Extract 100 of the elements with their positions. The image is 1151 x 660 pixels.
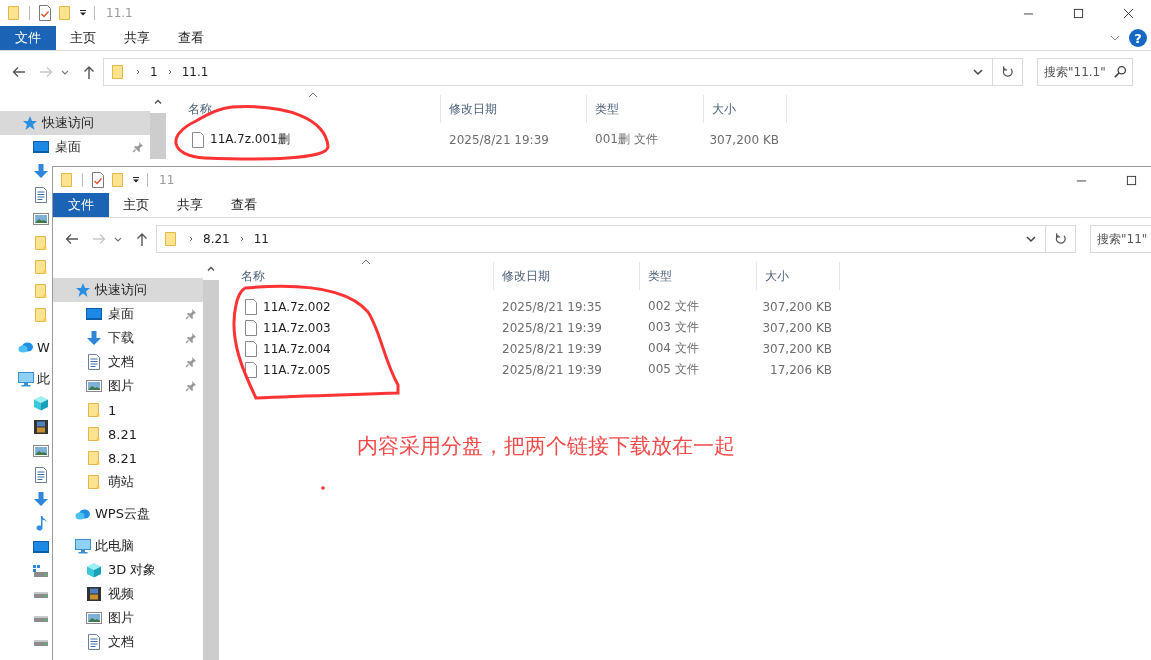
folder-icon <box>33 307 49 323</box>
table-cell-text: 307,200 KB <box>761 320 833 335</box>
breadcrumb-link[interactable]: 8.21 <box>203 232 230 246</box>
ribbon-tab[interactable]: 查看 <box>217 193 271 217</box>
nav-item[interactable]: 3D 对象 <box>53 558 203 582</box>
document-check-icon[interactable] <box>37 5 53 21</box>
star-icon <box>75 282 91 298</box>
nav-item[interactable]: 此 <box>0 367 51 391</box>
chevron-down-icon[interactable] <box>972 66 984 78</box>
nav-item[interactable]: 视频 <box>53 582 203 606</box>
ribbon-tab[interactable]: 主页 <box>109 193 163 217</box>
column-header[interactable]: 名称 <box>219 262 494 290</box>
window-title: 11.1 <box>106 6 133 20</box>
column-header[interactable]: 名称 <box>166 95 441 123</box>
table-cell-text: 005 文件 <box>647 361 700 378</box>
file-icon <box>245 319 257 336</box>
nav-item[interactable]: W <box>0 335 51 359</box>
file-name[interactable]: 11A.7z.002 <box>263 299 331 314</box>
nav-item[interactable]: 1 <box>53 398 203 422</box>
help-button[interactable]: ? <box>1129 29 1147 47</box>
nav-item[interactable]: 快速访问 <box>53 278 203 302</box>
breadcrumb-link[interactable]: 11.1 <box>181 65 209 79</box>
ribbon-tab[interactable]: 共享 <box>163 193 217 217</box>
drive-icon <box>34 640 48 646</box>
monitor-icon <box>86 306 102 322</box>
column-header[interactable]: 类型 <box>640 262 757 290</box>
document-check-icon[interactable] <box>90 172 106 188</box>
column-header[interactable]: 修改日期 <box>494 262 640 290</box>
refresh-button[interactable] <box>1046 225 1076 253</box>
nav-item[interactable]: 8.21 <box>53 446 203 470</box>
down-arrow-icon <box>33 163 49 179</box>
drive-icon <box>33 563 49 579</box>
table-cell-text: 003 文件 <box>647 319 700 336</box>
nav-item[interactable]: 图片 <box>53 374 203 398</box>
breadcrumb-link[interactable]: 1 <box>150 65 158 79</box>
table-cell-text: 307,200 KB <box>708 132 780 147</box>
nav-item[interactable]: WPS云盘 <box>53 502 203 526</box>
computer-icon <box>18 371 34 387</box>
pin-icon <box>185 356 197 368</box>
caret-icon[interactable] <box>79 9 87 17</box>
column-header[interactable]: 大小 <box>757 262 840 290</box>
scrollbar-thumb[interactable] <box>203 280 219 660</box>
file-name[interactable]: 11A.7z.003 <box>263 320 331 335</box>
table-cell-text: 002 文件 <box>647 298 700 315</box>
file-icon <box>245 361 257 378</box>
column-header[interactable]: 大小 <box>704 95 787 123</box>
address-bar[interactable]: 1 11.1 <box>103 58 993 86</box>
ribbon-tab[interactable]: 主页 <box>56 26 110 50</box>
chevron-down-icon[interactable] <box>1025 233 1037 245</box>
nav-item[interactable]: 萌站 <box>53 470 203 494</box>
file-name[interactable]: 11A.7z.001删 <box>210 131 290 148</box>
table-cell-text: 2025/8/21 19:39 <box>448 132 550 147</box>
pin-icon <box>185 308 197 320</box>
file-name[interactable]: 11A.7z.004 <box>263 341 331 356</box>
table-cell-text: 004 文件 <box>647 340 700 357</box>
ribbon-tab[interactable]: 共享 <box>110 26 164 50</box>
file-menu-tab[interactable]: 文件 <box>0 26 56 50</box>
nav-item[interactable]: 快速访问 <box>0 111 150 135</box>
file-menu-tab[interactable]: 文件 <box>53 193 109 217</box>
nav-item[interactable]: 桌面 <box>53 302 203 326</box>
nav-item[interactable]: 文档 <box>53 630 203 654</box>
cube-icon <box>86 562 102 578</box>
breadcrumb-link[interactable]: 11 <box>253 232 269 246</box>
chevron-right-icon <box>134 68 142 76</box>
folder-icon <box>86 402 102 418</box>
document-icon <box>86 634 102 650</box>
back-arrow-icon[interactable] <box>11 64 27 80</box>
file-icon <box>245 298 257 315</box>
scroll-up-icon[interactable] <box>206 264 216 274</box>
scrollbar-thumb[interactable] <box>150 113 166 159</box>
table-cell-text: 307,200 KB <box>761 341 833 356</box>
table-cell-text: 307,200 KB <box>761 299 833 314</box>
image-icon <box>86 610 102 626</box>
scroll-up-icon[interactable] <box>153 97 163 107</box>
refresh-button[interactable] <box>993 58 1023 86</box>
column-header[interactable]: 修改日期 <box>441 95 587 123</box>
chevron-right-icon <box>187 235 195 243</box>
column-header[interactable]: 类型 <box>587 95 704 123</box>
nav-item[interactable]: 8.21 <box>53 422 203 446</box>
image-icon <box>86 378 102 394</box>
caret-icon[interactable] <box>132 176 140 184</box>
search-field[interactable]: 搜索"11" <box>1090 225 1151 253</box>
nav-item[interactable]: 此电脑 <box>53 534 203 558</box>
ribbon-tab[interactable]: 查看 <box>164 26 218 50</box>
folder-icon <box>33 235 49 251</box>
down-arrow-icon <box>86 330 102 346</box>
down-arrow-icon <box>33 491 49 507</box>
film-icon <box>86 586 102 602</box>
nav-item[interactable]: 图片 <box>53 606 203 630</box>
file-name[interactable]: 11A.7z.005 <box>263 362 331 377</box>
nav-item[interactable]: 桌面 <box>0 135 150 159</box>
address-bar[interactable]: 8.21 11 <box>156 225 1046 253</box>
maximize-icon <box>1125 174 1137 186</box>
back-arrow-icon[interactable] <box>64 231 80 247</box>
nav-item[interactable]: 文档 <box>53 350 203 374</box>
table-cell-text: 001删 文件 <box>594 131 659 148</box>
pin-icon <box>185 332 197 344</box>
monitor-icon <box>33 139 49 155</box>
nav-item[interactable]: 下载 <box>53 326 203 350</box>
search-field[interactable]: 搜索"11.1" <box>1037 58 1133 86</box>
